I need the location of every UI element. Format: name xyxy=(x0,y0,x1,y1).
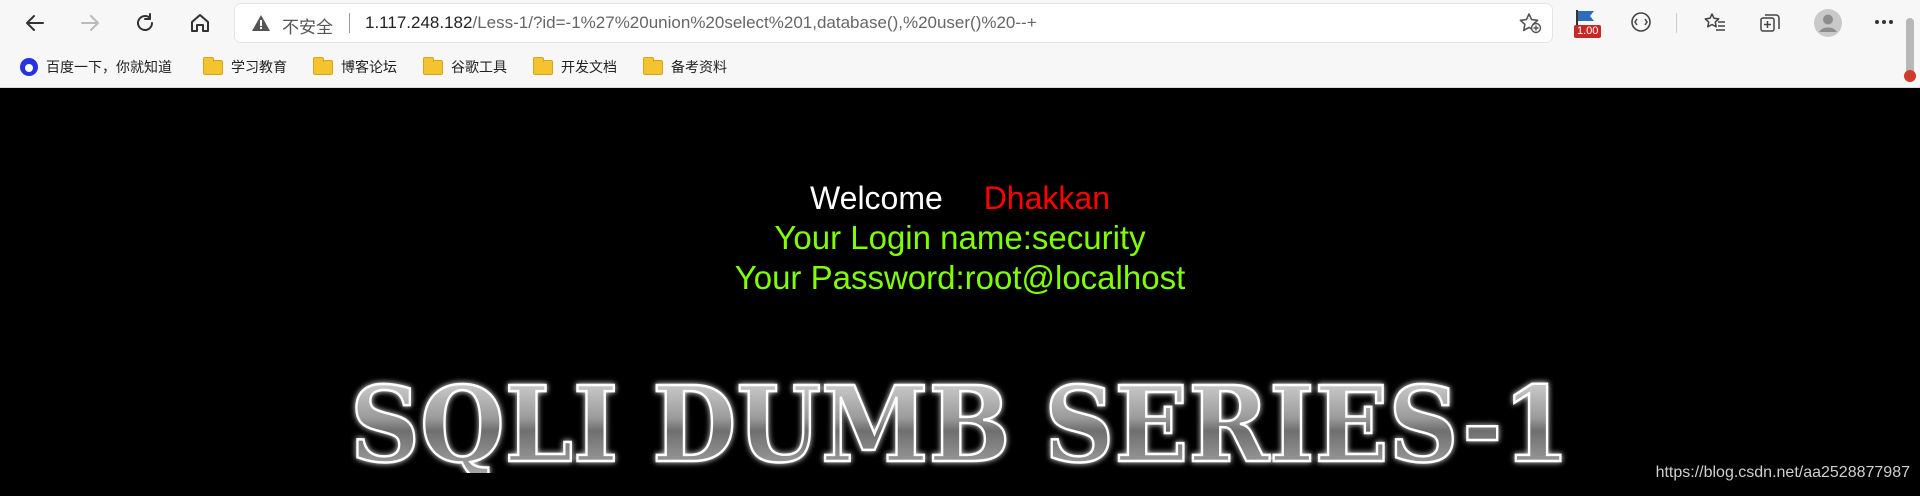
baidu-icon xyxy=(20,58,38,76)
folder-icon xyxy=(313,56,333,75)
bookmark-folder-dev-docs[interactable]: 开发文档 xyxy=(533,55,617,79)
toolbar-divider xyxy=(1676,13,1677,33)
password-line: Your Password:root@localhost xyxy=(734,259,1186,296)
bookmark-label: 博客论坛 xyxy=(341,60,397,76)
bookmark-baidu[interactable]: 百度一下，你就知道 xyxy=(20,55,172,79)
bookmark-folder-google-tools[interactable]: 谷歌工具 xyxy=(423,55,507,79)
address-divider xyxy=(349,13,350,33)
add-favorite-icon[interactable] xyxy=(1518,12,1542,34)
warning-icon xyxy=(252,15,270,31)
address-bar[interactable]: 不安全 1.117.248.182/Less-1/?id=-1%27%20uni… xyxy=(235,4,1552,42)
home-icon xyxy=(191,14,209,32)
banner-text: SQLI DUMB SERIES-1 xyxy=(350,373,1570,473)
sqli-dumb-series-banner: SQLI DUMB SERIES-1 xyxy=(349,373,1572,473)
folder-icon xyxy=(423,56,443,75)
bookmark-folder-exam-materials[interactable]: 备考资料 xyxy=(643,55,727,79)
login-name-line: Your Login name:security xyxy=(774,219,1146,256)
page-content: Welcome Dhakkan Your Login name:security… xyxy=(0,88,1920,496)
scroll-indicator xyxy=(1904,70,1916,82)
home-button[interactable] xyxy=(180,5,220,41)
url-path: /Less-1/?id=-1%27%20union%20select%201,d… xyxy=(472,13,1037,32)
refresh-icon xyxy=(137,13,153,31)
forward-button[interactable] xyxy=(70,5,110,41)
browser-toolbar: 不安全 1.117.248.182/Less-1/?id=-1%27%20uni… xyxy=(0,0,1920,46)
bookmark-label: 谷歌工具 xyxy=(451,60,507,76)
bookmark-label: 开发文档 xyxy=(561,60,617,76)
folder-icon xyxy=(203,56,223,75)
profile-avatar-icon[interactable] xyxy=(1813,8,1843,38)
welcome-line: Welcome Dhakkan xyxy=(0,178,1920,218)
favorites-icon[interactable] xyxy=(1703,11,1727,35)
bookmark-folder-study[interactable]: 学习教育 xyxy=(203,55,287,79)
folder-icon xyxy=(533,56,553,75)
page-scrollbar[interactable] xyxy=(1906,18,1914,78)
watermark-text: https://blog.csdn.net/aa2528877987 xyxy=(1655,464,1910,481)
bookmark-label: 备考资料 xyxy=(671,60,727,76)
more-menu-icon[interactable] xyxy=(1874,18,1894,26)
refresh-button[interactable] xyxy=(125,5,165,41)
url-text[interactable]: 1.117.248.182/Less-1/?id=-1%27%20union%2… xyxy=(365,13,1037,33)
bookmark-label: 学习教育 xyxy=(231,60,287,76)
security-status-label[interactable]: 不安全 xyxy=(282,13,333,38)
forward-arrow-icon xyxy=(81,15,99,31)
back-arrow-icon xyxy=(26,15,44,31)
back-button[interactable] xyxy=(15,5,55,41)
username-text: Dhakkan xyxy=(983,180,1110,216)
folder-icon xyxy=(643,56,663,75)
bookmark-label: 百度一下，你就知道 xyxy=(46,60,172,76)
welcome-text: Welcome xyxy=(810,180,943,216)
collections-icon[interactable] xyxy=(1758,11,1782,35)
bookmarks-bar: 百度一下，你就知道 学习教育 博客论坛 谷歌工具 开发文档 备考资料 xyxy=(0,46,1920,88)
extension-badge: 1.00 xyxy=(1574,25,1602,38)
url-host: 1.117.248.182 xyxy=(365,13,473,32)
reader-mode-icon[interactable] xyxy=(1630,11,1652,33)
bookmark-folder-blogs[interactable]: 博客论坛 xyxy=(313,55,397,79)
